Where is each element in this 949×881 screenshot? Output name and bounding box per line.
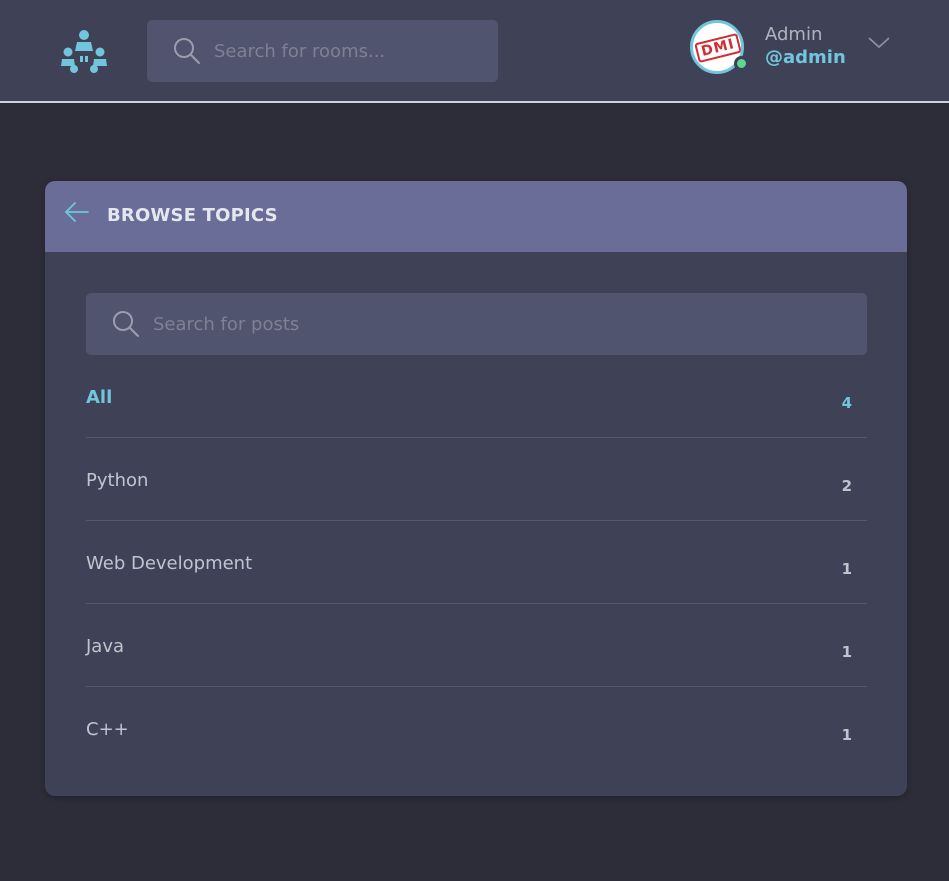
topic-count: 4 [841, 394, 852, 412]
topic-count: 1 [841, 726, 852, 744]
user-menu[interactable]: DMI Admin @admin [690, 20, 900, 80]
card-title: BROWSE TOPICS [107, 205, 278, 226]
topic-item-web-development[interactable]: Web Development 1 [86, 521, 867, 604]
topic-label: All [86, 387, 113, 408]
card-header: BROWSE TOPICS [45, 181, 907, 252]
chevron-down-icon[interactable] [866, 35, 892, 51]
topic-count: 1 [841, 560, 852, 578]
user-handle: @admin [765, 47, 846, 68]
search-icon [174, 38, 200, 64]
room-search-box[interactable] [147, 20, 498, 82]
online-status-indicator [734, 56, 749, 71]
topic-item-java[interactable]: Java 1 [86, 604, 867, 687]
topic-label: C++ [86, 719, 129, 740]
user-display-name: Admin [765, 24, 823, 45]
back-arrow-icon[interactable] [64, 201, 90, 223]
topic-label: Web Development [86, 553, 253, 574]
topic-item-all[interactable]: All 4 [86, 355, 867, 438]
topic-count: 1 [841, 643, 852, 661]
topic-label: Java [86, 636, 125, 657]
topic-item-cpp[interactable]: C++ 1 [86, 687, 867, 770]
top-navbar: DMI Admin @admin [0, 0, 949, 103]
search-icon [113, 311, 139, 337]
browse-topics-card: BROWSE TOPICS All 4 Python 2 Web Develop… [45, 181, 907, 796]
room-search-input[interactable] [214, 40, 484, 62]
community-logo-icon[interactable] [60, 29, 108, 75]
topic-list: All 4 Python 2 Web Development 1 Java 1 … [86, 355, 867, 770]
topic-label: Python [86, 470, 149, 491]
post-search-input[interactable] [153, 313, 843, 335]
topic-item-python[interactable]: Python 2 [86, 438, 867, 521]
post-search-box[interactable] [86, 293, 867, 355]
topic-count: 2 [841, 477, 852, 495]
